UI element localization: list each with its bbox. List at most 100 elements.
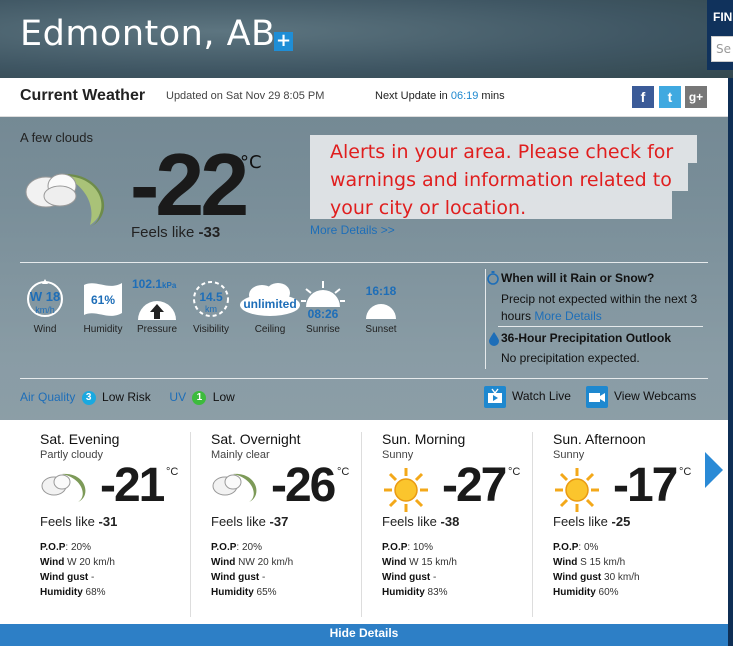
gust-value: -: [259, 572, 266, 583]
forecast-feels-label: Feels like: [40, 514, 95, 529]
twitter-icon[interactable]: t: [659, 86, 681, 108]
air-quality-row: Air Quality 3 Low Risk UV 1 Low: [20, 390, 235, 405]
forecast-panel: Sat. Evening Partly cloudy -21 °C Feels …: [0, 420, 728, 624]
pop-label: P.O.P: [553, 542, 579, 553]
watch-live-label: Watch Live: [512, 389, 571, 404]
city-header: Edmonton, AB +: [0, 0, 733, 78]
forecast-feels-value: -25: [611, 514, 631, 529]
find-panel: FIN Se: [707, 0, 733, 70]
forecast-desc: Partly cloudy: [40, 449, 103, 461]
forecast-feels-label: Feels like: [382, 514, 437, 529]
right-edge-panel: [728, 78, 733, 646]
air-quality-link[interactable]: Air Quality: [20, 390, 75, 404]
view-webcams-button[interactable]: View Webcams: [586, 386, 696, 408]
sunrise-time: 08:26: [307, 307, 339, 321]
forecast-unit: °C: [508, 466, 521, 478]
next-update-suffix: mins: [481, 90, 505, 102]
add-city-button[interactable]: +: [274, 32, 293, 51]
forecast-feels: Feels like -25: [553, 514, 630, 529]
wind-unit: km/h: [35, 305, 55, 315]
google-plus-icon[interactable]: g+: [685, 86, 707, 108]
sunrise-label: Sunrise: [306, 324, 340, 335]
divider: [532, 432, 533, 617]
ceiling-label: Ceiling: [254, 324, 286, 335]
visibility-unit: km: [205, 304, 217, 314]
forecast-card: Sun. Morning Sunny -27 °C Feels like -38…: [382, 420, 552, 624]
night-cloud-icon: [25, 173, 105, 227]
rain-more-details-link[interactable]: More Details: [534, 309, 601, 323]
alert-box[interactable]: Alerts in your area. Please check for wa…: [310, 135, 697, 219]
forecast-card: Sat. Evening Partly cloudy -21 °C Feels …: [40, 420, 210, 624]
facebook-icon[interactable]: f: [632, 86, 654, 108]
current-weather-title: Current Weather: [20, 87, 146, 104]
forecast-feels-label: Feels like: [211, 514, 266, 529]
humidity-label: Humidity: [211, 587, 254, 598]
precip-outlook-title: 36-Hour Precipitation Outlook: [501, 331, 672, 345]
pop-value: : 10%: [407, 542, 433, 553]
city-name: Edmonton, AB: [20, 14, 276, 54]
wind-label: Wind: [382, 557, 407, 568]
sunset-stat: 16:18 Sunset: [358, 277, 404, 341]
sunrise-icon: [301, 281, 345, 307]
forecast-feels-value: -31: [98, 514, 118, 529]
next-update-prefix: Next Update in: [375, 90, 448, 102]
divider: [190, 432, 191, 617]
hide-details-label: Hide Details: [329, 626, 399, 640]
aq-badge: 3: [81, 390, 96, 405]
next-update-time: 06:19: [450, 90, 479, 102]
wind-speed: 18: [45, 289, 61, 304]
gust-value: -: [88, 572, 95, 583]
gust-value: 30 km/h: [601, 572, 640, 583]
ceiling-value: unlimited: [243, 297, 297, 311]
forecast-details: P.O.P: 0% Wind S 15 km/h Wind gust 30 km…: [553, 540, 640, 600]
humidity-value: 60%: [595, 587, 619, 598]
next-update: Next Update in 06:19 mins: [375, 90, 505, 102]
next-forecast-arrow-icon[interactable]: [705, 452, 723, 488]
find-label: FIN: [713, 10, 733, 24]
current-temperature: -22: [130, 135, 249, 234]
uv-link[interactable]: UV: [169, 390, 186, 404]
aq-text: Low Risk: [102, 390, 151, 404]
divider: [361, 432, 362, 617]
forecast-unit: °C: [337, 466, 350, 478]
more-details-link[interactable]: More Details >>: [310, 223, 395, 237]
wind-label: Wind: [211, 557, 236, 568]
visibility-label: Visibility: [193, 324, 229, 335]
sun-icon: [555, 468, 599, 512]
condition-text: A few clouds: [20, 130, 93, 145]
divider: [498, 326, 703, 327]
forecast-temp: -26: [271, 459, 336, 512]
precip-outlook-text: No precipitation expected.: [501, 351, 640, 365]
wind-direction: W: [29, 289, 43, 304]
hide-details-bar[interactable]: Hide Details: [0, 624, 728, 646]
forecast-desc: Sunny: [382, 449, 414, 461]
forecast-temp: -17: [613, 459, 678, 512]
humidity-stat: 61% Humidity: [80, 277, 126, 341]
night-cloud-icon: [41, 473, 86, 502]
rain-title: When will it Rain or Snow?: [501, 271, 655, 285]
night-cloud-icon: [212, 473, 257, 502]
watch-live-button[interactable]: Watch Live: [484, 386, 571, 408]
feels-like-value: -33: [198, 224, 221, 241]
uv-text: Low: [212, 390, 235, 404]
feels-like: Feels like -33: [131, 224, 220, 241]
search-input[interactable]: Se: [711, 36, 733, 62]
current-weather-bar: Current Weather Updated on Sat Nov 29 8:…: [0, 78, 728, 117]
sunrise-stat: 08:26 Sunrise: [300, 277, 346, 341]
tv-icon: [484, 386, 506, 408]
pressure-gauge-icon: [138, 301, 176, 320]
raindrop-icon: [489, 332, 499, 346]
camera-icon: [586, 386, 608, 408]
forecast-feels-value: -38: [440, 514, 460, 529]
pop-label: P.O.P: [382, 542, 408, 553]
forecast-desc: Sunny: [553, 449, 585, 461]
humidity-label: Humidity: [382, 587, 425, 598]
gust-label: Wind gust: [382, 572, 431, 583]
sunset-label: Sunset: [365, 324, 397, 335]
wind-value: W 15 km/h: [406, 557, 457, 568]
ceiling-stat: unlimited Ceiling: [238, 277, 302, 341]
view-webcams-label: View Webcams: [614, 389, 697, 404]
pop-value: : 20%: [236, 542, 262, 553]
forecast-feels: Feels like -31: [40, 514, 117, 529]
gust-label: Wind gust: [40, 572, 89, 583]
